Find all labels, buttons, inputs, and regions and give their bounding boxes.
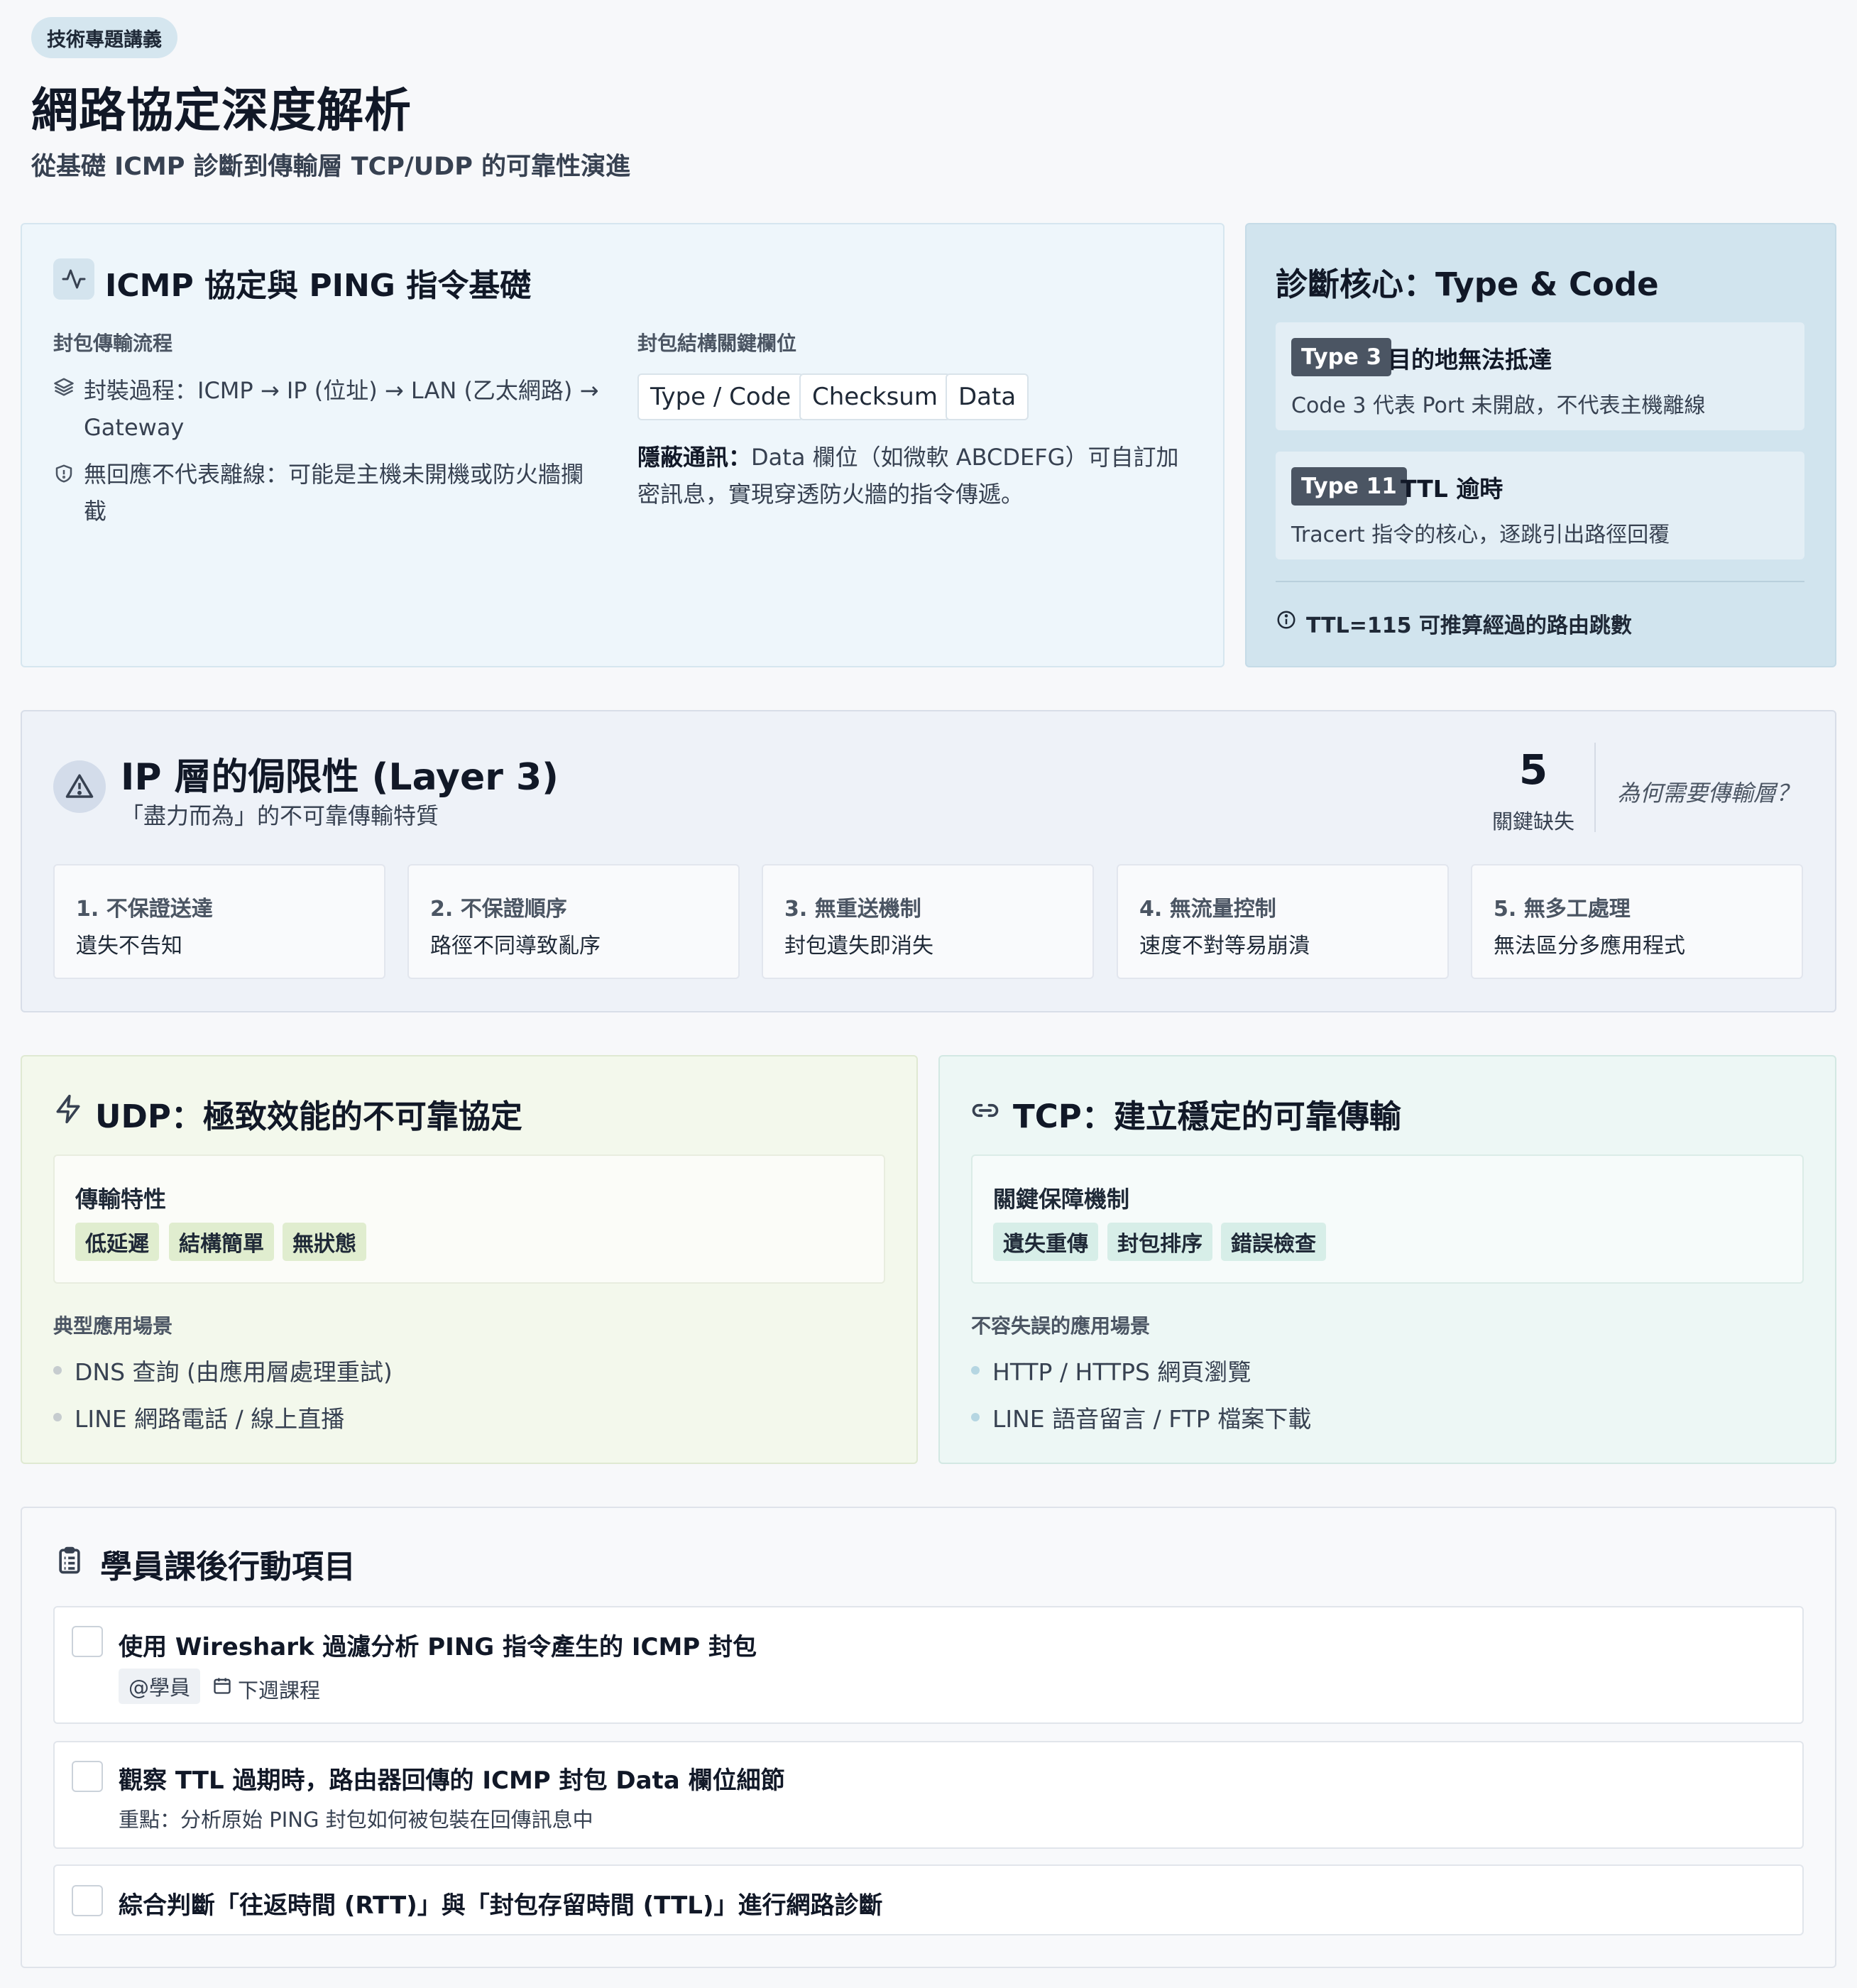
task-item-1: 使用 Wireshark 過濾分析 PING 指令產生的 ICMP 封包 @學員… — [53, 1606, 1804, 1724]
tcp-chip-ordering: 封包排序 — [1107, 1223, 1212, 1261]
type-title: TTL 逾時 — [1401, 475, 1503, 503]
page-title: 網路協定深度解析 — [31, 83, 412, 138]
warning-icon — [53, 760, 106, 813]
tcp-chip-retransmit: 遺失重傳 — [993, 1223, 1098, 1261]
udp-traits-panel — [53, 1154, 885, 1284]
page-subtitle: 從基礎 ICMP 診斷到傳輸層 TCP/UDP 的可靠性演進 — [31, 153, 631, 181]
ip-subtitle: 「盡力而為」的不可靠傳輸特質 — [121, 802, 439, 829]
action-items-title: 學員課後行動項目 — [100, 1548, 356, 1585]
type-title: 目的地無法抵達 — [1388, 346, 1552, 373]
udp-panel-label: 傳輸特性 — [75, 1186, 167, 1213]
tcp-title: TCP：建立穩定的可靠傳輸 — [1013, 1098, 1401, 1135]
flow-item-2: 無回應不代表離線：可能是主機未開機或防火牆攔 截 — [84, 461, 584, 525]
udp-chip-simple: 結構簡單 — [169, 1223, 274, 1261]
due-date: 下週課程 — [238, 1678, 321, 1703]
task-text: 觀察 TTL 過期時，路由器回傳的 ICMP 封包 Data 欄位細節 — [119, 1766, 785, 1795]
ip-title: IP 層的侷限性 (Layer 3) — [121, 756, 559, 799]
assignee-tag[interactable]: @學員 — [119, 1668, 201, 1704]
task-item-2: 觀察 TTL 過期時，路由器回傳的 ICMP 封包 Data 欄位細節 重點：分… — [53, 1741, 1804, 1849]
layers-icon — [53, 376, 75, 400]
limit-item-2: 2. 不保證順序 路徑不同導致亂序 — [407, 864, 740, 979]
udp-chip-low-latency: 低延遲 — [75, 1223, 159, 1261]
tcp-panel-label: 關鍵保障機制 — [993, 1186, 1130, 1213]
fields-label: 封包結構關鍵欄位 — [637, 332, 797, 355]
tcp-use-item: HTTP / HTTPS 網頁瀏覽 — [971, 1353, 1251, 1387]
tcp-use-label: 不容失誤的應用場景 — [971, 1314, 1151, 1338]
limit-item-1: 1. 不保證送達 遺失不告知 — [53, 864, 385, 979]
type-badge: Type 3 — [1291, 338, 1392, 376]
field-checksum: Checksum — [799, 373, 951, 420]
divider — [1594, 743, 1596, 832]
field-type-code: Type / Code — [637, 373, 804, 420]
task-note: 重點：分析原始 PING 封包如何被包裝在回傳訊息中 — [119, 1808, 593, 1832]
task-checkbox[interactable] — [72, 1626, 103, 1657]
icmp-title: ICMP 協定與 PING 指令基礎 — [105, 268, 532, 304]
field-data: Data — [946, 373, 1029, 420]
calendar-icon — [212, 1676, 232, 1698]
task-item-3: 綜合判斷「往返時間 (RTT)」與「封包存留時間 (TTL)」進行網路診斷 — [53, 1864, 1804, 1935]
udp-use-item: LINE 網路電話 / 線上直播 — [53, 1400, 344, 1434]
missing-count: 5 — [1518, 746, 1548, 794]
diag-item-type3: Type 3 目的地無法抵達 Code 3 代表 Port 未開啟，不代表主機離… — [1276, 322, 1804, 430]
limit-item-3: 3. 無重送機制 封包遺失即消失 — [762, 864, 1094, 979]
type-badge: Type 11 — [1291, 467, 1407, 506]
diag-item-type11: Type 11 TTL 逾時 Tracert 指令的核心，逐跳引出路徑回覆 — [1276, 452, 1804, 559]
task-checkbox[interactable] — [72, 1761, 103, 1792]
divider — [1276, 581, 1804, 582]
flow-label: 封包傳輸流程 — [53, 332, 173, 355]
missing-count-label: 關鍵缺失 — [1491, 809, 1574, 834]
clipboard-icon — [54, 1545, 85, 1579]
tcp-mechanisms-panel — [971, 1154, 1804, 1284]
limit-item-5: 5. 無多工處理 無法區分多應用程式 — [1471, 864, 1803, 979]
tcp-chip-error-check: 錯誤檢查 — [1221, 1223, 1326, 1261]
flow-item-1: 封裝過程：ICMP → IP (位址) → LAN (乙太網路) → Gatew… — [84, 377, 599, 441]
task-checkbox[interactable] — [72, 1885, 103, 1916]
udp-title: UDP：極致效能的不可靠協定 — [95, 1098, 522, 1135]
udp-use-item: DNS 查詢 (由應用層處理重試) — [53, 1353, 393, 1387]
ttl-note: TTL=115 可推算經過的路由跳數 — [1306, 613, 1632, 638]
activity-icon — [53, 258, 94, 300]
udp-chip-stateless: 無狀態 — [283, 1223, 366, 1261]
link-icon — [970, 1095, 1001, 1129]
shield-icon — [53, 463, 75, 487]
covert-note: 隱蔽通訊：Data 欄位（如微軟 ABCDEFG）可自訂加 密訊息，實現穿透防火… — [637, 444, 1179, 508]
udp-use-label: 典型應用場景 — [53, 1314, 173, 1338]
task-text: 綜合判斷「往返時間 (RTT)」與「封包存留時間 (TTL)」進行網路診斷 — [119, 1891, 883, 1920]
topic-tag: 技術專題講義 — [31, 17, 177, 58]
info-icon — [1276, 609, 1297, 633]
task-text: 使用 Wireshark 過濾分析 PING 指令產生的 ICMP 封包 — [119, 1633, 757, 1661]
type-desc: Tracert 指令的核心，逐跳引出路徑回覆 — [1291, 523, 1670, 547]
why-transport-question: 為何需要傳輸層？ — [1617, 780, 1800, 807]
tcp-use-item: LINE 語音留言 / FTP 檔案下載 — [971, 1400, 1311, 1434]
limit-item-4: 4. 無流量控制 速度不對等易崩潰 — [1117, 864, 1449, 979]
diagnosis-title: 診斷核心：Type & Code — [1276, 266, 1659, 303]
type-desc: Code 3 代表 Port 未開啟，不代表主機離線 — [1291, 393, 1706, 418]
lightning-icon — [53, 1093, 84, 1127]
